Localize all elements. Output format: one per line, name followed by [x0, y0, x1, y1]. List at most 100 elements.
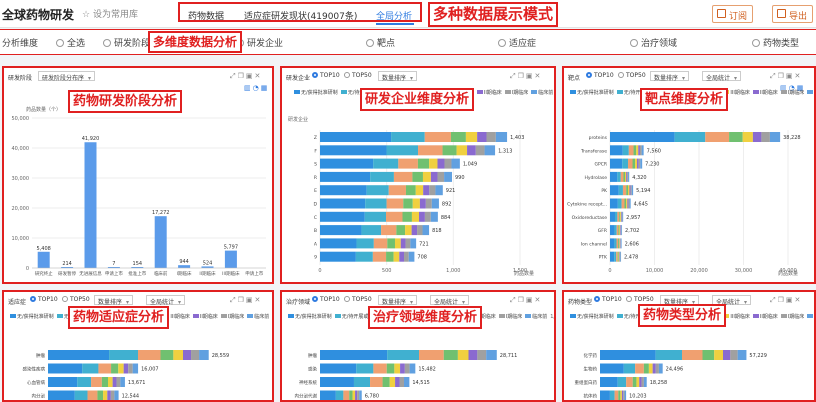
bar-total-label: 921 — [446, 188, 456, 194]
filter-all[interactable]: 全选 — [56, 36, 85, 49]
tab-indication-status[interactable]: 适应症研发现状(419007条) — [244, 9, 357, 22]
stacked-bar-segment — [373, 158, 399, 169]
stacked-bar-segment — [435, 185, 443, 196]
stacked-bar-segment — [424, 132, 451, 142]
stacked-bar-segment — [418, 145, 443, 156]
stacked-bar-segment — [652, 363, 656, 374]
bar — [178, 265, 191, 268]
stacked-bar-segment — [320, 350, 388, 360]
stacked-bar-segment — [610, 158, 623, 169]
bar-total-label: 18,258 — [650, 380, 668, 386]
stacked-bar-segment — [615, 211, 618, 222]
stacked-bar-segment — [628, 185, 630, 196]
stacked-bar-segment — [624, 171, 627, 182]
bar-total-label: 16,007 — [141, 367, 159, 373]
filter-therapeutic-area[interactable]: 治疗领域 — [630, 36, 677, 49]
stacked-bar-segment — [655, 363, 659, 374]
category-label: D — [314, 202, 318, 208]
x-tick-label: 临床前 — [154, 270, 168, 277]
stacked-bar-segment — [619, 238, 620, 249]
stacked-bar-segment — [320, 390, 336, 400]
stacked-bar-segment — [622, 158, 629, 169]
stacked-bar-segment — [714, 350, 723, 360]
stacked-bar-segment — [408, 251, 415, 262]
stacked-bar-segment — [630, 185, 632, 196]
stacked-bar-segment — [103, 390, 108, 400]
panel-indication: 适应症 TOP10 TOP50 数量排序 全局统计 ⤢❐▣✕ 无/获得批准研制无… — [2, 290, 274, 402]
stacked-bar-segment — [320, 132, 392, 142]
stacked-bar-segment — [620, 171, 624, 182]
stacked-bar-segment — [417, 158, 430, 169]
bar-total-label: 57,229 — [749, 353, 767, 359]
filter-option-label: 靶点 — [377, 39, 396, 49]
x-tick-label: 申请上市 — [105, 270, 123, 277]
stacked-bar-segment — [637, 158, 639, 169]
filter-indication[interactable]: 适应症 — [498, 36, 536, 49]
stacked-bar-segment — [320, 238, 357, 249]
stacked-bar-segment — [386, 211, 403, 222]
stacked-bar-segment — [114, 390, 119, 400]
bar-value-label: 7 — [112, 261, 115, 267]
stacked-bar-segment — [320, 145, 387, 156]
stacked-bar-segment — [138, 350, 161, 360]
category-label: PTK — [599, 255, 608, 261]
stacked-bar-segment — [356, 238, 374, 249]
x-tick-label: 20,000 — [690, 268, 708, 274]
stacked-bar-segment — [614, 225, 617, 236]
filter-target[interactable]: 靶点 — [366, 36, 395, 49]
stacked-bar-segment — [364, 211, 387, 222]
x-axis-title: 药品数量 — [778, 271, 799, 277]
stacked-bar-segment — [626, 171, 628, 182]
stacked-bar-segment — [450, 132, 466, 142]
favorite-link[interactable]: ☆ 设为常用库 — [82, 7, 138, 20]
modes-annotation: 多种数据展示模式 — [428, 2, 559, 27]
dimensions-annotation: 多维度数据分析 — [148, 31, 243, 53]
stacked-bar-segment — [393, 251, 400, 262]
stacked-bar-segment — [636, 377, 640, 387]
filter-drug-type[interactable]: 药物类型 — [752, 36, 799, 49]
bar-total-label: 38,228 — [783, 135, 801, 141]
category-label: 化学药 — [584, 352, 598, 359]
bar-value-label: 944 — [179, 259, 189, 265]
bar-total-label: 4,645 — [634, 202, 648, 208]
stacked-bar-segment — [412, 198, 420, 209]
stacked-bar-segment — [132, 363, 139, 374]
stacked-bar-segment — [425, 198, 432, 209]
y-tick-label: 50,000 — [12, 116, 30, 122]
category-label: 肿瘤 — [36, 352, 45, 359]
filter-company[interactable]: 研发企业 — [236, 36, 283, 49]
legend-page-indicator[interactable]: 1/2 — [272, 314, 274, 320]
export-button[interactable]: 导出 — [772, 5, 814, 23]
stacked-bar-segment — [614, 238, 617, 249]
filter-stage[interactable]: 研发阶段 — [103, 36, 150, 49]
stacked-bar-segment — [610, 238, 615, 249]
stacked-bar-segment — [623, 390, 625, 400]
tab-global-analysis[interactable]: 全局分析 — [376, 9, 412, 22]
filter-label: 分析维度 — [2, 39, 39, 49]
stacked-bar-segment — [400, 238, 406, 249]
stacked-bar-segment — [618, 238, 620, 249]
stacked-bar-segment — [48, 377, 78, 387]
category-label: 内分泌代谢 — [295, 393, 318, 400]
stacked-bar-segment — [620, 238, 621, 249]
stacked-bar-segment — [429, 158, 438, 169]
x-tick-label: 研究终止 — [35, 270, 53, 277]
filter-option-label: 药物类型 — [763, 39, 800, 49]
bar-total-label: 708 — [417, 255, 427, 261]
stacked-bar-segment — [635, 158, 638, 169]
stacked-bar-segment — [160, 350, 174, 360]
panel-target: 靶点 TOP10 TOP50 数量排序 全局统计 ⤢❐▣✕ ▥◔▦ 无/获得批准… — [562, 66, 816, 284]
subscribe-button[interactable]: 订阅 — [712, 5, 754, 23]
stacked-bar-segment — [643, 363, 649, 374]
category-label: Ion channel — [581, 241, 607, 247]
stacked-bar-segment — [320, 377, 354, 387]
stacked-bar-segment — [730, 350, 738, 360]
stacked-bar-segment — [621, 225, 623, 236]
stacked-bar-segment — [617, 198, 622, 209]
tab-drug-data[interactable]: 药物数据 — [188, 9, 224, 22]
bar-total-label: 7,560 — [647, 148, 661, 154]
bar-total-label: 2,957 — [626, 215, 640, 221]
stacked-bar-segment — [387, 350, 419, 360]
stacked-bar-segment — [658, 363, 663, 374]
x-tick-label: II期临床 — [199, 270, 216, 277]
